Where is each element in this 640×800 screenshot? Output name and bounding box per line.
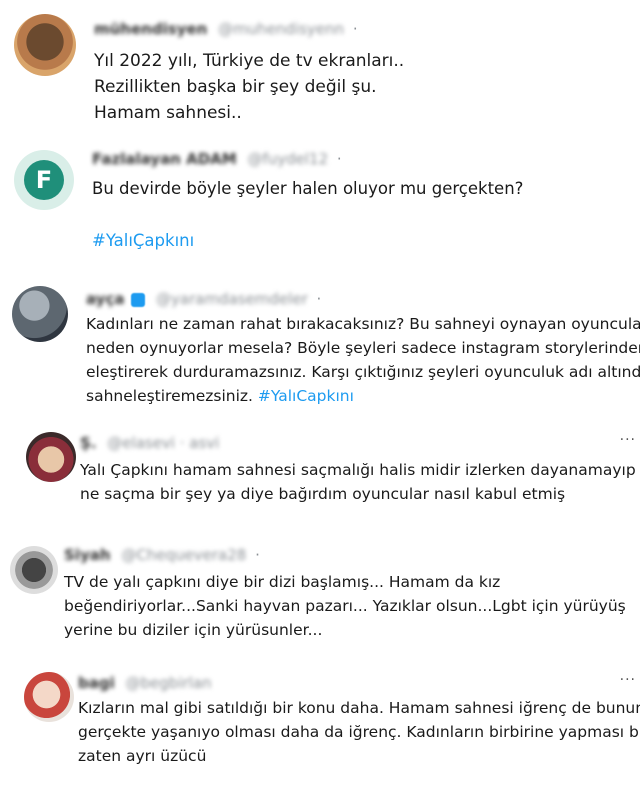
tweet-line: gerçekte yaşanıyo olması daha da iğrenç.… [78, 723, 640, 741]
tweet-text: Bu devirde böyle şeyler halen oluyor mu … [92, 176, 523, 254]
separator-dot: · [255, 546, 260, 564]
user-handle[interactable]: @elasevi · asvi [107, 434, 219, 452]
tweet-text: Yıl 2022 yılı, Türkiye de tv ekranları..… [94, 48, 404, 126]
separator-dot: · [336, 150, 342, 168]
user-name[interactable]: mühendisyen [94, 20, 207, 38]
user-handle[interactable]: @begbirlan [126, 674, 212, 692]
tweet-header: bagi @begbirlan [78, 674, 212, 692]
user-name[interactable]: bagi [78, 674, 115, 692]
user-handle[interactable]: @fuydel12 [247, 150, 328, 168]
tweet-text: TV de yalı çapkını diye bir dizi başlamı… [64, 570, 626, 642]
hashtag-link[interactable]: #YalıÇapkını [92, 231, 194, 250]
tweet-line: eleştirerek durduramazsınız. Karşı çıktı… [86, 363, 640, 381]
tweet-header: mühendisyen @muhendisyenn · [94, 20, 358, 38]
hashtag-link[interactable]: #YalıCapkını [258, 387, 354, 405]
tweet-line: Hamam sahnesi.. [94, 103, 242, 123]
user-name[interactable]: Ş. [80, 434, 97, 452]
tweet-line: zaten ayrı üzücü [78, 747, 207, 765]
avatar-logo-icon: F [24, 160, 64, 200]
tweet-line: ne saçma bir şey ya diye bağırdım oyuncu… [80, 485, 566, 503]
avatar[interactable] [10, 546, 58, 594]
avatar[interactable] [12, 286, 68, 342]
tweet-line: Kızların mal gibi satıldığı bir konu dah… [78, 699, 640, 717]
user-name[interactable]: Siyah [64, 546, 111, 564]
verified-badge-icon [131, 292, 146, 307]
tweet-line: yerine bu diziler için yürüsunler... [64, 621, 323, 639]
tweet-line: Bu devirde böyle şeyler halen oluyor mu … [92, 179, 524, 198]
tweet-header: ayça @yaramdasemdeler · [86, 290, 321, 308]
tweet-header: Fazlalayan ADAM @fuydel12 · [92, 150, 342, 168]
tweet-header: Ş. @elasevi · asvi [80, 434, 219, 452]
tweet-line: beğendiriyorlar...Sanki hayvan pazarı...… [64, 597, 626, 615]
user-handle[interactable]: @Chequevera28 [121, 546, 246, 564]
avatar[interactable] [24, 672, 74, 722]
tweet-text: Kızların mal gibi satıldığı bir konu dah… [78, 696, 640, 768]
user-handle[interactable]: @yaramdasemdeler [156, 290, 308, 308]
tweet-line: sahneleştiremezsiniz. [86, 387, 253, 405]
tweet-header: Siyah @Chequevera28 · [64, 546, 260, 564]
tweet-line: Rezillikten başka bir şey değil şu. [94, 77, 377, 97]
tweet-text: Yalı Çapkını hamam sahnesi saçmalığı hal… [80, 458, 640, 506]
more-options-button[interactable]: ··· [620, 432, 636, 448]
tweet-line: Yalı Çapkını hamam sahnesi saçmalığı hal… [80, 461, 640, 479]
tweet-line: Kadınları ne zaman rahat bırakacaksınız?… [86, 315, 640, 333]
user-name[interactable]: ayça [86, 290, 124, 308]
user-name[interactable]: Fazlalayan ADAM [92, 150, 237, 168]
separator-dot: · [352, 20, 358, 38]
tweet-text: Kadınları ne zaman rahat bırakacaksınız?… [86, 312, 640, 408]
avatar[interactable] [26, 432, 76, 482]
avatar[interactable] [14, 14, 76, 76]
more-options-button[interactable]: ··· [620, 672, 636, 688]
tweet-line: Yıl 2022 yılı, Türkiye de tv ekranları.. [94, 51, 405, 71]
tweet-line: neden oynuyorlar mesela? Böyle şeyleri s… [86, 339, 640, 357]
separator-dot: · [316, 290, 322, 308]
avatar[interactable]: F [14, 150, 74, 210]
tweet-line: TV de yalı çapkını diye bir dizi başlamı… [64, 573, 501, 591]
user-handle[interactable]: @muhendisyenn [218, 20, 344, 38]
